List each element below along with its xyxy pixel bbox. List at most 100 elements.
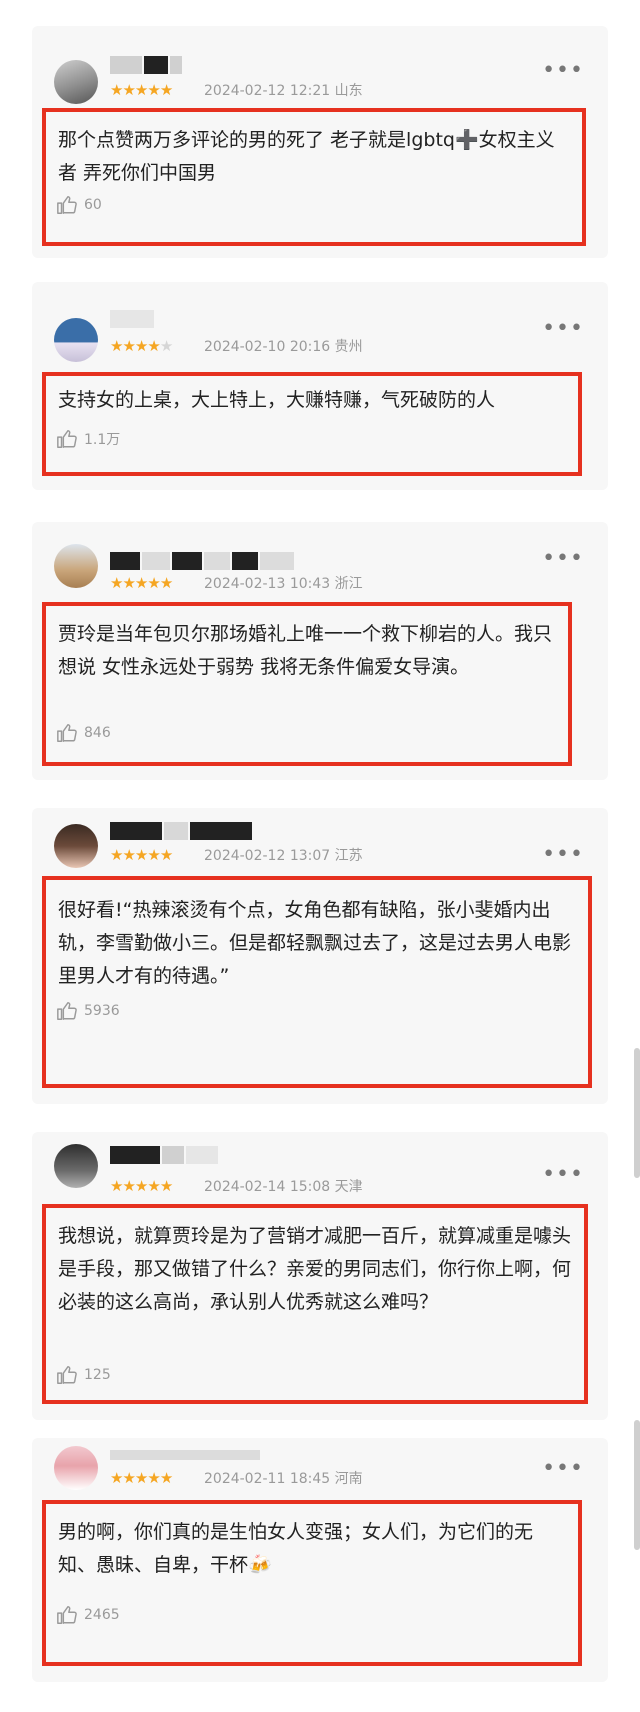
more-options-icon[interactable]: ••• xyxy=(542,1458,584,1480)
review-card: ★★★★★ 2024-02-12 13:07 江苏 ••• 很好看!“热辣滚烫有… xyxy=(32,808,608,1104)
more-options-icon[interactable]: ••• xyxy=(542,318,584,340)
avatar[interactable] xyxy=(54,318,98,362)
review-card: ★★★★★ 2024-02-10 20:16 贵州 ••• 支持女的上桌，大上特… xyxy=(32,282,608,490)
star-icon: ★ xyxy=(134,846,148,864)
star-icon: ★ xyxy=(147,846,160,864)
more-options-icon[interactable]: ••• xyxy=(542,60,584,82)
review-location: 贵州 xyxy=(334,339,363,355)
star-icon: ★ xyxy=(122,846,135,864)
thumbs-up-icon xyxy=(57,1366,77,1384)
star-icon: ★ xyxy=(110,846,123,864)
review-date: 2024-02-11 xyxy=(204,1471,286,1487)
star-icon: ★ xyxy=(159,846,173,864)
review-meta: 2024-02-13 10:43 浙江 xyxy=(204,575,363,593)
more-options-icon[interactable]: ••• xyxy=(542,844,584,866)
like-button[interactable]: 60 xyxy=(56,194,102,216)
review-date: 2024-02-13 xyxy=(204,576,286,592)
star-icon: ★ xyxy=(122,574,135,592)
star-icon: ★ xyxy=(159,1469,173,1487)
like-count: 5936 xyxy=(84,1003,120,1019)
rating-stars: ★★★★★ xyxy=(110,337,173,355)
scrollbar[interactable] xyxy=(634,1048,640,1178)
review-text: 那个点赞两万多评论的男的死了 老子就是lgbtq➕女权主义者 弄死你们中国男 xyxy=(58,129,555,184)
star-icon: ★ xyxy=(147,81,160,99)
review-text: 贾玲是当年包贝尔那场婚礼上唯一一个救下柳岩的人。我只想说 女性永远处于弱势 我将… xyxy=(58,623,553,678)
thumbs-up-icon xyxy=(57,724,77,742)
review-time: 20:16 xyxy=(289,339,331,355)
scrollbar[interactable] xyxy=(634,1420,640,1550)
review-meta: 2024-02-12 13:07 江苏 xyxy=(204,847,363,865)
like-count: 1.1万 xyxy=(84,432,121,448)
review-time: 10:43 xyxy=(289,576,331,592)
username-redacted xyxy=(110,310,154,328)
star-icon: ★ xyxy=(110,337,123,355)
review-location: 天津 xyxy=(334,1179,363,1195)
like-count: 2465 xyxy=(84,1607,120,1623)
rating-stars: ★★★★★ xyxy=(110,1177,173,1195)
rating-stars: ★★★★★ xyxy=(110,846,173,864)
review-text: 支持女的上桌，大上特上，大赚特赚，气死破防的人 xyxy=(58,389,496,411)
star-icon: ★ xyxy=(159,1177,173,1195)
star-icon: ★ xyxy=(147,1177,160,1195)
rating-stars: ★★★★★ xyxy=(110,81,173,99)
like-button[interactable]: 2465 xyxy=(56,1604,120,1626)
like-button[interactable]: 846 xyxy=(56,722,111,744)
review-card: ★★★★★ 2024-02-13 10:43 浙江 ••• 贾玲是当年包贝尔那场… xyxy=(32,522,608,780)
star-icon: ★ xyxy=(159,81,173,99)
star-icon: ★ xyxy=(134,81,148,99)
username-redacted xyxy=(110,822,252,840)
star-icon: ★ xyxy=(110,574,123,592)
like-button[interactable]: 1.1万 xyxy=(56,428,120,450)
review-time: 15:08 xyxy=(289,1179,331,1195)
highlight-box: 很好看!“热辣滚烫有个点，女角色都有缺陷，张小斐婚内出轨，李雪勤做小三。但是都轻… xyxy=(42,876,592,1088)
avatar[interactable] xyxy=(54,824,98,868)
star-icon: ★ xyxy=(122,1469,135,1487)
review-location: 浙江 xyxy=(334,576,363,592)
review-text: 我想说，就算贾玲是为了营销才减肥一百斤，就算减重是噱头是手段，那又做错了什么？亲… xyxy=(58,1225,572,1313)
avatar[interactable] xyxy=(54,1144,98,1188)
star-icon: ★ xyxy=(134,574,148,592)
username-redacted xyxy=(110,1450,260,1468)
review-date: 2024-02-14 xyxy=(204,1179,286,1195)
review-card: ★★★★★ 2024-02-11 18:45 河南 ••• 男的啊，你们真的是生… xyxy=(32,1438,608,1682)
star-icon: ★ xyxy=(110,81,123,99)
rating-stars: ★★★★★ xyxy=(110,574,173,592)
more-options-icon[interactable]: ••• xyxy=(542,1164,584,1186)
avatar[interactable] xyxy=(54,544,98,588)
star-icon: ★ xyxy=(134,337,148,355)
thumbs-up-icon xyxy=(57,1002,77,1020)
highlight-box: 那个点赞两万多评论的男的死了 老子就是lgbtq➕女权主义者 弄死你们中国男 6… xyxy=(42,108,586,246)
rating-stars: ★★★★★ xyxy=(110,1469,173,1487)
review-meta: 2024-02-10 20:16 贵州 xyxy=(204,338,363,356)
avatar[interactable] xyxy=(54,60,98,104)
highlight-box: 支持女的上桌，大上特上，大赚特赚，气死破防的人 1.1万 xyxy=(42,372,582,476)
avatar[interactable] xyxy=(54,1446,98,1490)
review-card: ★★★★★ 2024-02-14 15:08 天津 ••• 我想说，就算贾玲是为… xyxy=(32,1132,608,1420)
star-icon: ★ xyxy=(134,1177,148,1195)
more-options-icon[interactable]: ••• xyxy=(542,548,584,570)
highlight-box: 我想说，就算贾玲是为了营销才减肥一百斤，就算减重是噱头是手段，那又做错了什么？亲… xyxy=(42,1204,588,1404)
star-icon: ★ xyxy=(134,1469,148,1487)
review-location: 山东 xyxy=(334,83,363,99)
star-icon: ★ xyxy=(110,1469,123,1487)
like-button[interactable]: 125 xyxy=(56,1364,111,1386)
star-icon: ★ xyxy=(110,1177,123,1195)
thumbs-up-icon xyxy=(57,1606,77,1624)
star-icon: ★ xyxy=(147,1469,160,1487)
review-card: ★★★★★ 2024-02-12 12:21 山东 ••• 那个点赞两万多评论的… xyxy=(32,26,608,258)
review-meta: 2024-02-14 15:08 天津 xyxy=(204,1178,363,1196)
review-meta: 2024-02-11 18:45 河南 xyxy=(204,1470,363,1488)
username-redacted xyxy=(110,56,182,74)
review-location: 河南 xyxy=(334,1471,363,1487)
highlight-box: 贾玲是当年包贝尔那场婚礼上唯一一个救下柳岩的人。我只想说 女性永远处于弱势 我将… xyxy=(42,602,572,766)
review-text: 男的啊，你们真的是生怕女人变强；女人们，为它们的无知、愚昧、自卑，干杯🍻 xyxy=(58,1521,534,1576)
review-location: 江苏 xyxy=(334,848,363,864)
like-count: 846 xyxy=(84,725,111,741)
username-redacted xyxy=(110,552,294,570)
highlight-box: 男的啊，你们真的是生怕女人变强；女人们，为它们的无知、愚昧、自卑，干杯🍻 246… xyxy=(42,1500,582,1666)
like-button[interactable]: 5936 xyxy=(56,1000,120,1022)
thumbs-up-icon xyxy=(57,430,77,448)
star-icon: ★ xyxy=(122,1177,135,1195)
like-count: 125 xyxy=(84,1367,111,1383)
review-date: 2024-02-12 xyxy=(204,848,286,864)
